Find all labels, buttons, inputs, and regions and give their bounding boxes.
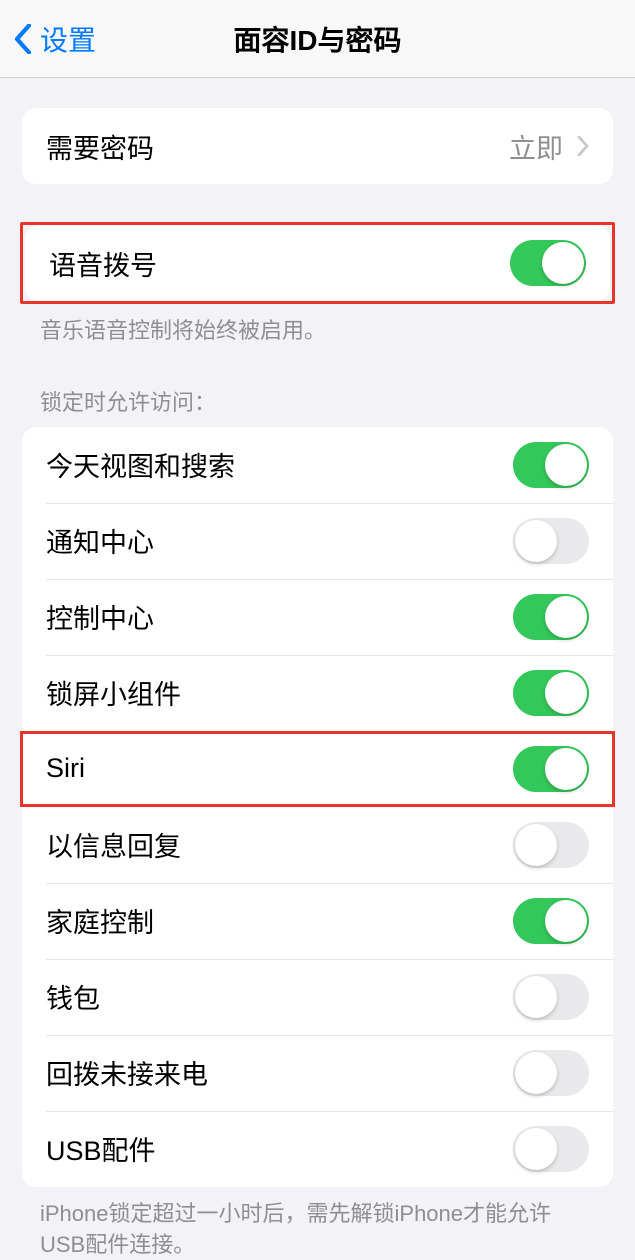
voice-dial-row: 语音拨号 [25,225,610,301]
lock-row-toggle--[interactable] [513,1050,589,1096]
lock-row-siri: Siri [22,731,613,807]
lock-row-toggle-siri[interactable] [513,746,589,792]
lock-row-toggle--[interactable] [513,974,589,1020]
voice-dial-toggle[interactable] [510,240,586,286]
voice-dial-label: 语音拨号 [49,244,157,283]
lock-row--: 家庭控制 [22,883,613,959]
require-passcode-group: 需要密码 立即 [22,108,613,184]
page-title: 面容ID与密码 [233,19,401,59]
lock-row-label: USB配件 [46,1129,156,1168]
voice-dial-footer: 音乐语音控制将始终被启用。 [0,304,635,347]
lock-row-toggle--[interactable] [513,670,589,716]
back-label: 设置 [40,19,96,59]
lock-row--: 回拨未接来电 [22,1035,613,1111]
lock-row--: 锁屏小组件 [22,655,613,731]
lock-row-label: 锁屏小组件 [46,673,181,712]
toggle-knob [515,976,557,1018]
require-passcode-label: 需要密码 [46,127,154,166]
lock-row-label: 回拨未接来电 [46,1053,208,1092]
voice-dial-group: 语音拨号 [25,225,610,301]
toggle-knob [515,1128,557,1170]
lock-access-group: 今天视图和搜索通知中心控制中心锁屏小组件 Siri 以信息回复家庭控制钱包回拨未接来… [22,427,613,1187]
lock-row-usb-: USB配件 [22,1111,613,1187]
toggle-knob [515,1052,557,1094]
toggle-knob [545,596,587,638]
lock-row-label: 钱包 [46,977,100,1016]
require-passcode-row[interactable]: 需要密码 立即 [22,108,613,184]
lock-row--: 控制中心 [22,579,613,655]
lock-row-toggle--[interactable] [513,822,589,868]
chevron-right-icon [577,136,589,156]
toggle-knob [515,520,557,562]
toggle-knob [515,824,557,866]
lock-row--: 钱包 [22,959,613,1035]
chevron-left-icon [14,24,32,54]
siri-row-wrapper: Siri [22,731,613,807]
lock-row-label: 今天视图和搜索 [46,445,235,484]
lock-row--: 以信息回复 [22,807,613,883]
lock-row--: 今天视图和搜索 [22,427,613,503]
lock-row-toggle--[interactable] [513,898,589,944]
lock-row--: 通知中心 [22,503,613,579]
require-passcode-value: 立即 [509,127,563,166]
lock-row-toggle-usb-[interactable] [513,1126,589,1172]
toggle-knob [545,900,587,942]
lock-row-toggle--[interactable] [513,518,589,564]
toggle-knob [545,672,587,714]
lock-row-toggle--[interactable] [513,594,589,640]
back-button[interactable]: 设置 [0,19,96,59]
lock-row-toggle--[interactable] [513,442,589,488]
lock-row-label: 控制中心 [46,597,154,636]
require-passcode-value-wrap: 立即 [509,127,589,166]
toggle-knob [545,444,587,486]
toggle-knob [545,748,587,790]
lock-row-label: 通知中心 [46,521,154,560]
lock-row-label: 家庭控制 [46,901,154,940]
lock-row-label: Siri [46,753,85,784]
voice-dial-highlight: 语音拨号 [20,222,615,304]
lock-section-header: 锁定时允许访问： [0,385,635,427]
toggle-knob [542,242,584,284]
navigation-header: 设置 面容ID与密码 [0,0,635,78]
lock-row-label: 以信息回复 [46,825,181,864]
lock-section-footer: iPhone锁定超过一小时后，需先解锁iPhone才能允许USB配件连接。 [0,1187,635,1260]
